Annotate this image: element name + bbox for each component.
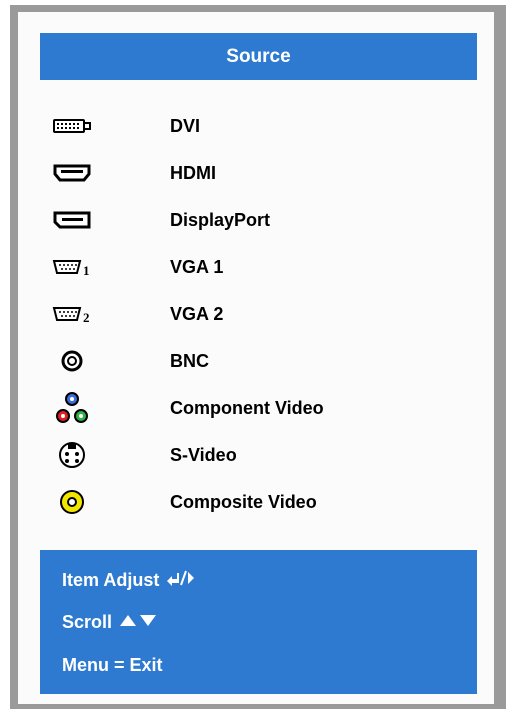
source-item-s-video[interactable]: S-Video [40,432,477,478]
scroll-hint: Scroll [62,602,158,642]
up-down-arrows-icon [118,612,158,633]
displayport-icon [48,197,96,243]
source-item-dvi[interactable]: DVI [40,103,477,149]
s-video-icon [48,432,96,478]
source-item-displayport[interactable]: DisplayPort [40,197,477,243]
source-label: DVI [170,115,201,136]
hdmi-port-icon [48,150,96,196]
svg-text:1: 1 [83,263,90,278]
dvi-port-icon [48,103,96,149]
source-item-hdmi[interactable]: HDMI [40,150,477,196]
item-adjust-label: Item Adjust [62,569,160,590]
source-label: S-Video [170,444,237,465]
source-label: BNC [170,350,209,371]
menu-footer: Item Adjust Scroll Menu = Exit [40,550,477,694]
source-label: VGA 2 [170,303,224,324]
menu-exit-hint: Menu = Exit [62,654,163,675]
source-label: DisplayPort [170,209,271,230]
item-adjust-hint: Item Adjust [62,560,195,600]
source-item-vga-1[interactable]: 1 VGA 1 [40,244,477,290]
source-item-component-video[interactable]: Component Video [40,385,477,431]
source-item-vga-2[interactable]: 2 VGA 2 [40,291,477,337]
enter-right-arrow-icon [165,570,195,591]
bnc-connector-icon [48,338,96,384]
composite-video-icon [48,479,96,525]
svg-text:2: 2 [83,310,90,325]
source-item-composite-video[interactable]: Composite Video [40,479,477,525]
vga-port-icon: 2 [48,291,96,337]
source-item-bnc[interactable]: BNC [40,338,477,384]
vga-port-icon: 1 [48,244,96,290]
source-label: Component Video [170,397,324,418]
component-video-icon [48,385,96,431]
source-label: Composite Video [170,491,317,512]
source-label: VGA 1 [170,256,224,277]
scroll-label: Scroll [62,611,113,632]
menu-title: Source [40,33,477,80]
source-label: HDMI [170,162,216,183]
